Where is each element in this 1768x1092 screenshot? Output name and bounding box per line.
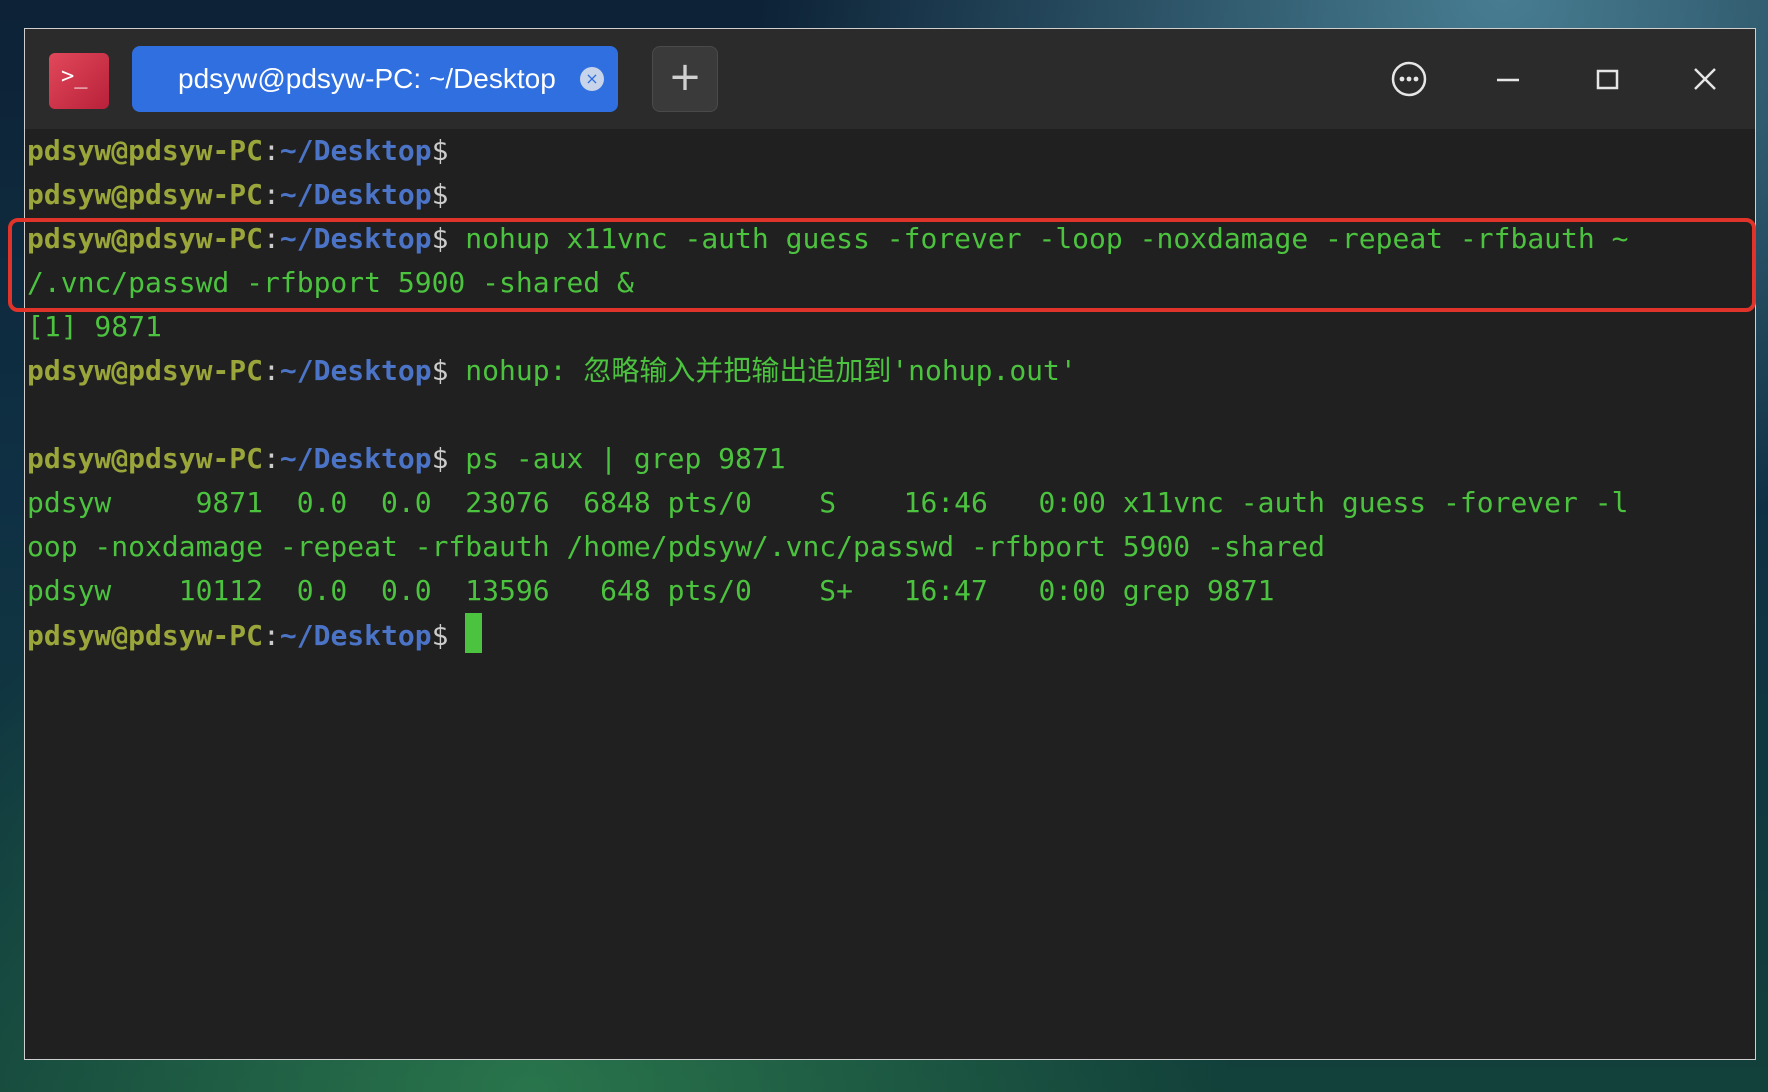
prompt-user: pdsyw@pdsyw-PC (27, 442, 264, 475)
ps-output-row-2: pdsyw 10112 0.0 0.0 13596 648 pts/0 S+ 1… (27, 574, 1275, 607)
title-bar: >_ pdsyw@pdsyw-PC: ~/Desktop × + (25, 29, 1755, 129)
command-text: nohup x11vnc -auth guess -forever -loop … (448, 222, 1629, 255)
prompt-user: pdsyw@pdsyw-PC (27, 619, 264, 652)
prompt-line-1: pdsyw@pdsyw-PC:~/Desktop$ (27, 129, 448, 173)
prompt-dollar: $ (431, 442, 449, 475)
prompt-user: pdsyw@pdsyw-PC (27, 222, 264, 255)
close-icon[interactable] (1685, 59, 1725, 99)
job-pid-output: [1] 9871 (27, 310, 162, 343)
text-cursor (465, 613, 483, 653)
active-prompt-line[interactable]: pdsyw@pdsyw-PC:~/Desktop$ (27, 613, 483, 657)
input-space (448, 619, 465, 652)
prompt-colon: : (263, 134, 280, 167)
x11vnc-command-line: pdsyw@pdsyw-PC:~/Desktop$ nohup x11vnc -… (27, 217, 1628, 261)
prompt-path: ~/Desktop (279, 354, 432, 387)
prompt-dollar: $ (431, 619, 449, 652)
prompt-user: pdsyw@pdsyw-PC (27, 354, 264, 387)
maximize-icon[interactable] (1587, 59, 1627, 99)
new-tab-button[interactable]: + (652, 46, 718, 112)
command-text: ps -aux | grep 9871 (448, 442, 786, 475)
tab-close-icon[interactable]: × (580, 67, 604, 91)
tab-title: pdsyw@pdsyw-PC: ~/Desktop (178, 63, 556, 94)
terminal-window: >_ pdsyw@pdsyw-PC: ~/Desktop × + pdsyw@p… (24, 28, 1756, 1060)
prompt-path: ~/Desktop (279, 619, 432, 652)
prompt-colon: : (263, 222, 280, 255)
prompt-path: ~/Desktop (279, 134, 432, 167)
prompt-colon: : (263, 619, 280, 652)
prompt-path: ~/Desktop (279, 222, 432, 255)
prompt-colon: : (263, 442, 280, 475)
nohup-message-line: pdsyw@pdsyw-PC:~/Desktop$ nohup: 忽略输入并把输… (27, 349, 1077, 393)
prompt-dollar: $ (431, 134, 449, 167)
prompt-user: pdsyw@pdsyw-PC (27, 134, 264, 167)
prompt-colon: : (263, 354, 280, 387)
command-continuation: /.vnc/passwd -rfbport 5900 -shared & (27, 266, 634, 299)
app-icon-glyph: >_ (61, 64, 88, 89)
prompt-dollar: $ (431, 354, 449, 387)
prompt-dollar: $ (431, 178, 449, 211)
prompt-path: ~/Desktop (279, 178, 432, 211)
ps-output-row-1: pdsyw 9871 0.0 0.0 23076 6848 pts/0 S 16… (27, 486, 1629, 519)
minimize-icon[interactable] (1488, 59, 1528, 99)
more-options-icon[interactable] (1389, 59, 1429, 99)
prompt-user: pdsyw@pdsyw-PC (27, 178, 264, 211)
terminal-output[interactable]: pdsyw@pdsyw-PC:~/Desktop$ pdsyw@pdsyw-PC… (25, 129, 1755, 1059)
prompt-colon: : (263, 178, 280, 211)
terminal-app-icon[interactable]: >_ (49, 53, 109, 109)
prompt-path: ~/Desktop (279, 442, 432, 475)
prompt-dollar: $ (431, 222, 449, 255)
ps-output-row-1-wrap: oop -noxdamage -repeat -rfbauth /home/pd… (27, 530, 1326, 563)
tab-desktop[interactable]: pdsyw@pdsyw-PC: ~/Desktop × (132, 46, 618, 112)
nohup-message: nohup: 忽略输入并把输出追加到'nohup.out' (448, 354, 1077, 387)
ps-command-line: pdsyw@pdsyw-PC:~/Desktop$ ps -aux | grep… (27, 437, 786, 481)
prompt-line-2: pdsyw@pdsyw-PC:~/Desktop$ (27, 173, 448, 217)
